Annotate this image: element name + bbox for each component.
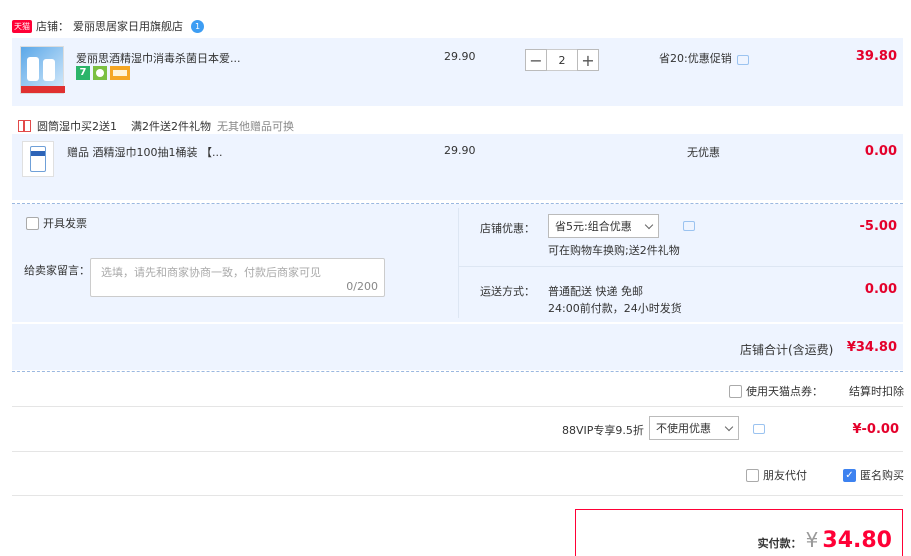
shop-total-label: 店铺合计(含运费) (740, 343, 834, 357)
chat-icon[interactable] (737, 55, 749, 65)
shop-total-value: ¥34.80 (846, 340, 897, 355)
gift-title[interactable]: 赠品 酒精湿巾100抽1桶装 【... (67, 144, 222, 160)
shipping-method: 普通配送 快递 免邮 (548, 285, 643, 298)
row-divider (12, 495, 903, 496)
shipping-value: 0.00 (864, 282, 897, 297)
pay-currency: ¥ (805, 528, 819, 552)
row-divider (12, 406, 903, 407)
shop-header: 天猫 店铺： 爱丽思居家日用旗舰店 1 (12, 18, 204, 34)
chevron-down-icon (724, 422, 734, 431)
shop-discount-note: 可在购物车换购;送2件礼物 (548, 244, 680, 257)
anonymous-label: 匿名购买 (860, 469, 904, 482)
anonymous-option[interactable]: ✓ 匿名购买 (843, 467, 904, 483)
gift-label: 圆筒湿巾买2送1 (37, 120, 117, 133)
points-checkbox[interactable] (729, 384, 742, 398)
anonymous-checkbox[interactable]: ✓ (843, 468, 856, 482)
message-placeholder: 选填，请先和商家协商一致，付款后商家可见 (101, 266, 321, 279)
seven-day-return-icon: 7 (76, 66, 90, 80)
shipping-timing: 24:00前付款，24小时发货 (548, 302, 682, 315)
gift-unit-price: 29.90 (444, 144, 476, 157)
invoice-label: 开具发票 (43, 217, 87, 230)
item-total: 39.80 (855, 49, 897, 64)
item-thumbnail[interactable] (20, 46, 65, 94)
chat-icon[interactable] (683, 221, 695, 231)
points-label: 使用天猫点券： (746, 385, 823, 398)
shop-discount-label: 店铺优惠： (480, 222, 535, 235)
message-field[interactable]: 选填，请先和商家协商一致，付款后商家可见 0/200 (90, 258, 385, 297)
friend-pay-checkbox[interactable] (746, 468, 759, 482)
item-unit-price: 29.90 (444, 50, 476, 63)
panel-divider (458, 208, 459, 318)
gift-thumbnail[interactable] (22, 141, 54, 177)
gift-total: 0.00 (864, 144, 897, 159)
payment-summary: 实付款： ¥ 34.80 (575, 509, 903, 556)
gift-promo: 无优惠 (687, 146, 720, 159)
pay-label: 实付款： (757, 537, 802, 550)
row-divider (12, 451, 903, 452)
pay-value: 34.80 (822, 528, 892, 553)
message-counter: 0/200 (346, 280, 378, 293)
friend-pay-option[interactable]: 朋友代付 (746, 467, 807, 483)
item-title[interactable]: 爱丽思酒精湿巾消毒杀菌日本爱... (76, 50, 241, 66)
chat-icon[interactable] (753, 424, 765, 434)
pay-line: 实付款： ¥ 34.80 (758, 528, 892, 553)
shop-name[interactable]: 爱丽思居家日用旗舰店 (73, 18, 183, 34)
friend-pay-label: 朋友代付 (763, 469, 807, 482)
panel-divider (458, 266, 903, 267)
gift-note: 无其他赠品可换 (217, 120, 294, 133)
vip-value: ¥-0.00 (852, 422, 899, 437)
invoice-option[interactable]: 开具发票 (26, 215, 87, 231)
chevron-down-icon (644, 220, 654, 229)
gift-header: 圆筒湿巾买2送1 满2件送2件礼物 无其他赠品可换 (18, 118, 294, 134)
points-option[interactable]: 使用天猫点券： (729, 383, 823, 399)
item-promo: 省20:优惠促销 (659, 52, 732, 65)
credit-card-icon (110, 66, 130, 80)
guarantee-icon (93, 66, 107, 80)
gift-icon (18, 120, 31, 132)
shop-chat-badge-icon[interactable]: 1 (191, 19, 204, 33)
invoice-checkbox[interactable] (26, 216, 39, 230)
item-row (12, 38, 903, 106)
decrease-button[interactable]: − (525, 49, 547, 71)
shop-discount-value: -5.00 (859, 219, 897, 234)
tmall-tag: 天猫 (12, 19, 32, 33)
vip-select[interactable]: 不使用优惠 (649, 416, 739, 440)
shop-discount-select[interactable]: 省5元:组合优惠 (548, 214, 659, 238)
shipping-label: 运送方式： (480, 285, 535, 298)
gift-rule: 满2件送2件礼物 (131, 120, 211, 133)
message-label: 给卖家留言： (24, 264, 90, 277)
section-divider (12, 371, 903, 372)
shop-discount-selected: 省5元:组合优惠 (555, 220, 632, 233)
points-note: 结算时扣除 (849, 385, 904, 398)
item-service-icons: 7 (76, 66, 130, 80)
vip-selected: 不使用优惠 (656, 422, 711, 435)
quantity-input[interactable]: 2 (547, 49, 577, 71)
quantity-stepper: − 2 + (525, 49, 599, 71)
shop-label: 店铺： (36, 20, 69, 33)
vip-label: 88VIP专享9.5折 (562, 424, 644, 437)
increase-button[interactable]: + (577, 49, 599, 71)
